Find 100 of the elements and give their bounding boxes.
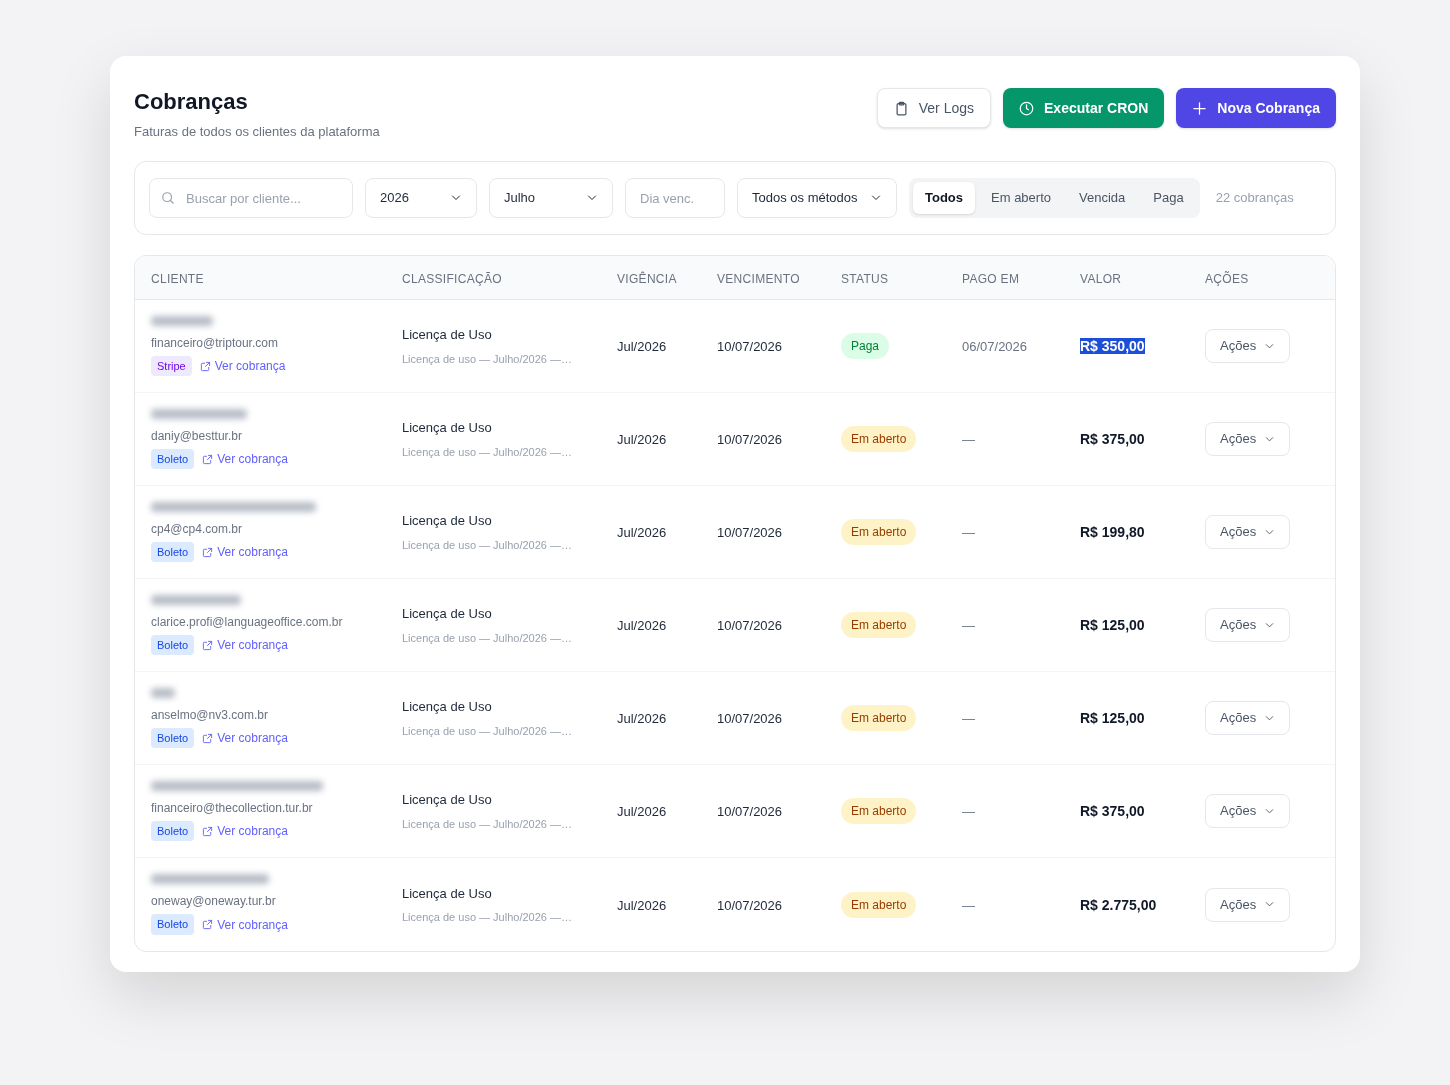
column-header: CLIENTE [151, 271, 204, 286]
classification-text: Licença de Uso [402, 791, 492, 809]
due-date-text: 10/07/2026 [717, 525, 783, 540]
period-text: Jul/2026 [617, 711, 667, 726]
run-cron-button[interactable]: Executar CRON [1003, 88, 1165, 128]
payment-method-badge: Boleto [151, 634, 195, 656]
year-select[interactable]: 2026 [365, 178, 477, 218]
month-select[interactable]: Julho [489, 178, 613, 218]
period-text: Jul/2026 [617, 897, 667, 913]
classification-description: Licença de uso — Julho/2026 —… [402, 816, 572, 832]
status-badge: Em aberto [841, 891, 917, 918]
amount-text: R$ 2.775,00 [1080, 896, 1157, 913]
due-date-text: 10/07/2026 [717, 618, 783, 633]
period-text: Jul/2026 [617, 804, 667, 819]
classification-description: Licença de uso — Julho/2026 —… [402, 351, 572, 367]
client-email: cp4@cp4.com.br [151, 520, 242, 538]
amount-text: R$ 199,80 [1080, 524, 1145, 540]
status-badge: Em aberto [841, 798, 917, 824]
view-charge-link[interactable]: Ver cobrança [199, 357, 286, 375]
amount-text: R$ 125,00 [1080, 710, 1145, 726]
classification-description: Licença de uso — Julho/2026 —… [402, 723, 572, 739]
column-header: AÇÕES [1205, 271, 1249, 286]
actions-button[interactable]: Ações [1205, 887, 1291, 922]
status-badge: Em aberto [841, 612, 917, 638]
paid-date-text: — [962, 432, 975, 447]
column-header: VALOR [1080, 271, 1122, 286]
classification-text: Licença de Uso [402, 698, 492, 716]
client-email: anselmo@nv3.com.br [151, 706, 268, 724]
classification-description: Licença de uso — Julho/2026 —… [402, 537, 572, 553]
status-tab[interactable]: Em aberto [979, 182, 1063, 214]
amount-text: R$ 125,00 [1080, 617, 1145, 633]
actions-button[interactable]: Ações [1205, 608, 1291, 642]
due-date-text: 10/07/2026 [717, 339, 783, 354]
classification-text: Licença de Uso [402, 884, 492, 903]
amount-text: R$ 375,00 [1080, 803, 1145, 819]
clock-icon [1019, 100, 1035, 116]
amount-text: R$ 375,00 [1080, 431, 1145, 447]
payment-method-badge: Boleto [151, 448, 195, 470]
status-badge: Em aberto [841, 426, 917, 452]
view-charge-link[interactable]: Ver cobrança [202, 450, 288, 468]
payment-method-select[interactable]: Todos os métodos [737, 178, 897, 218]
classification-text: Licença de Uso [402, 605, 492, 623]
status-badge: Em aberto [841, 519, 917, 545]
classification-description: Licença de uso — Julho/2026 —… [402, 910, 572, 925]
actions-button[interactable]: Ações [1205, 515, 1291, 549]
new-charge-button[interactable]: Nova Cobrança [1176, 88, 1336, 128]
actions-button[interactable]: Ações [1205, 422, 1291, 456]
external-link-icon [202, 546, 214, 558]
external-link-icon [202, 919, 214, 930]
period-text: Jul/2026 [617, 618, 667, 633]
client-email: daniy@besttur.br [151, 427, 242, 445]
status-badge: Paga [841, 333, 890, 359]
payment-method-badge: Boleto [151, 727, 195, 749]
view-charge-link[interactable]: Ver cobrança [202, 729, 288, 747]
client-email: financeiro@triptour.com [151, 334, 278, 352]
actions-button[interactable]: Ações [1205, 701, 1291, 735]
external-link-icon [202, 825, 214, 837]
view-charge-link[interactable]: Ver cobrança [202, 636, 288, 654]
due-day-field[interactable]: Dia venc. [625, 178, 725, 218]
column-header: STATUS [841, 271, 889, 286]
external-link-icon [202, 639, 214, 651]
amount-text: R$ 350,00 [1080, 338, 1145, 354]
status-tab[interactable]: Todos [913, 182, 976, 214]
view-charge-link[interactable]: Ver cobrança [202, 543, 288, 561]
column-header: VENCIMENTO [717, 271, 800, 286]
status-tab[interactable]: Paga [1141, 182, 1196, 214]
status-tab[interactable]: Vencida [1067, 182, 1138, 214]
actions-button[interactable]: Ações [1205, 794, 1291, 828]
actions-button[interactable]: Ações [1205, 329, 1291, 363]
external-link-icon [199, 360, 211, 372]
page-title: Cobranças [134, 88, 249, 116]
payment-method-badge: Boleto [151, 541, 195, 563]
due-date-text: 10/07/2026 [717, 711, 783, 726]
classification-text: Licença de Uso [402, 326, 492, 344]
due-date-text: 10/07/2026 [717, 432, 783, 447]
period-text: Jul/2026 [617, 339, 667, 354]
classification-description: Licença de uso — Julho/2026 —… [402, 630, 572, 646]
paid-date-text: — [962, 525, 975, 540]
payment-method-badge: Boleto [151, 820, 195, 842]
period-text: Jul/2026 [617, 525, 667, 540]
status-badge: Em aberto [841, 705, 917, 731]
classification-text: Licença de Uso [402, 419, 492, 437]
page-subtitle: Faturas de todos os clientes da plataforma [134, 122, 380, 141]
view-charge-link[interactable]: Ver cobrança [202, 915, 288, 934]
column-header: PAGO EM [962, 271, 1020, 286]
paid-date-text: — [962, 711, 975, 726]
search-icon [161, 191, 175, 205]
period-text: Jul/2026 [617, 432, 667, 447]
plus-icon [1192, 100, 1208, 116]
search-field[interactable]: Buscar por cliente... [149, 178, 353, 218]
view-charge-link[interactable]: Ver cobrança [202, 822, 288, 840]
external-link-icon [202, 453, 214, 465]
due-date-text: 10/07/2026 [717, 804, 783, 819]
column-header: CLASSIFICAÇÃO [402, 271, 502, 286]
client-email: oneway@oneway.tur.br [151, 893, 276, 911]
classification-text: Licença de Uso [402, 512, 492, 530]
client-email: financeiro@thecollection.tur.br [151, 799, 313, 817]
ver-logs-button[interactable]: Ver Logs [876, 88, 992, 128]
due-date-text: 10/07/2026 [717, 897, 783, 913]
paid-date-text: — [962, 618, 975, 633]
